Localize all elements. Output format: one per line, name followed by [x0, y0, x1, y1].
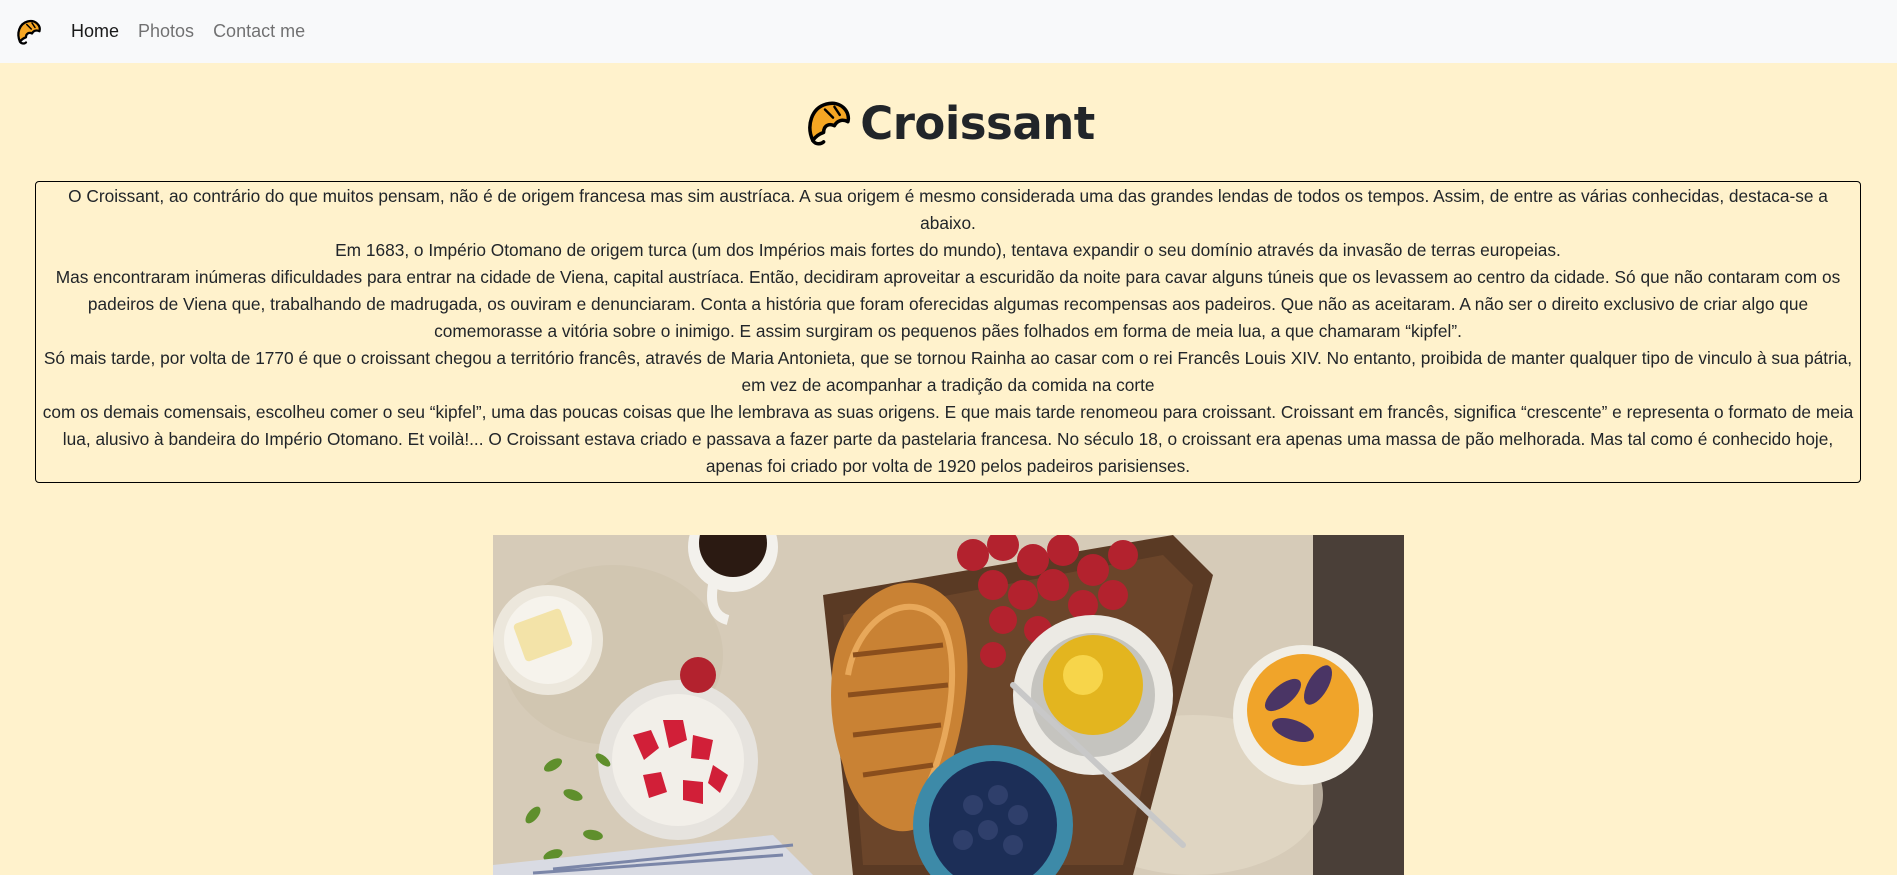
croissant-icon[interactable]: [14, 17, 44, 47]
story-paragraph: Em 1683, o Império Otomano de origem tur…: [335, 240, 1561, 260]
story-paragraph: O Croissant, ao contrário do que muitos …: [68, 186, 1828, 233]
photo-container: [0, 535, 1897, 875]
nav-link-contact[interactable]: Contact me: [213, 21, 305, 42]
page-title: Croissant: [860, 96, 1095, 150]
nav-link-home[interactable]: Home: [71, 21, 119, 42]
nav-links: Home Photos Contact me: [71, 21, 305, 42]
page-header: Croissant: [0, 93, 1897, 153]
story-paragraph: com os demais comensais, escolheu comer …: [42, 402, 1854, 476]
navbar: Home Photos Contact me: [0, 0, 1897, 63]
croissant-icon: [808, 101, 851, 146]
breakfast-photo: [493, 535, 1404, 875]
story-paragraph: Só mais tarde, por volta de 1770 é que o…: [43, 348, 1853, 395]
story-paragraph: Mas encontraram inúmeras dificuldades pa…: [55, 267, 1841, 341]
nav-link-photos[interactable]: Photos: [138, 21, 194, 42]
story-box: O Croissant, ao contrário do que muitos …: [35, 181, 1861, 483]
